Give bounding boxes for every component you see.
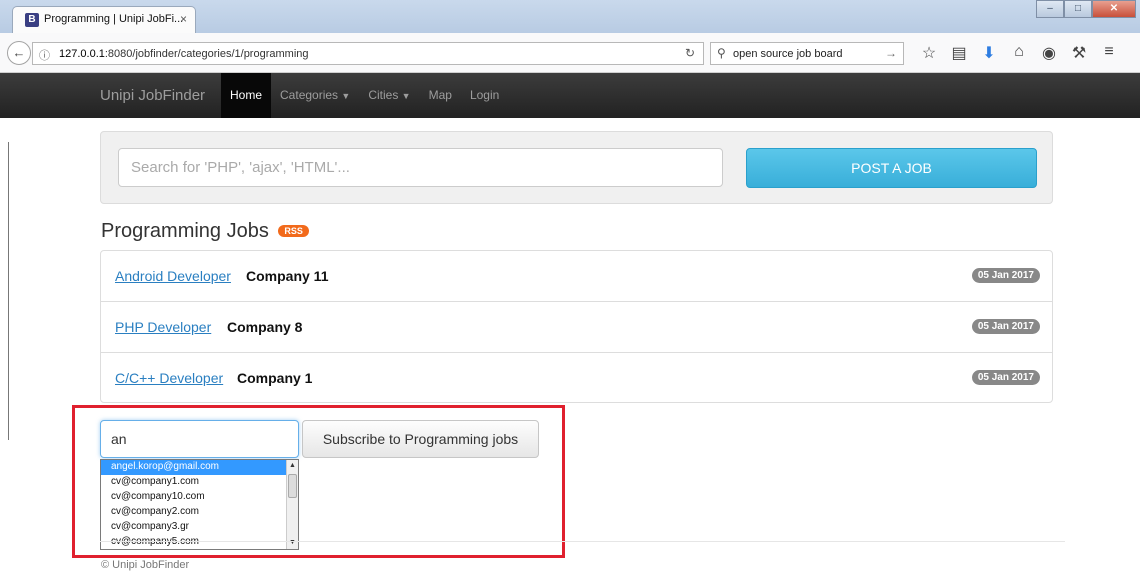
maximize-button[interactable]: □	[1064, 0, 1092, 18]
browser-search-bar[interactable]: ⚲ open source job board →	[710, 42, 904, 65]
post-job-button[interactable]: POST A JOB	[746, 148, 1037, 188]
nav-item-map[interactable]: Map	[420, 73, 461, 118]
home-icon[interactable]: ⌂	[1010, 43, 1028, 63]
job-title-link[interactable]: C/C++ Developer	[115, 370, 223, 386]
page-title: Programming Jobs RSS	[101, 220, 309, 243]
reload-icon[interactable]: ↻	[685, 46, 695, 60]
footer-divider	[100, 541, 1065, 542]
address-bar[interactable]: ⓘ 127.0.0.1:8080/jobfinder/categories/1/…	[32, 42, 704, 65]
nav-menu: Home Categories ▼ Cities ▼ Map Login	[221, 73, 508, 118]
star-icon[interactable]: ☆	[920, 43, 938, 63]
search-icon: ⚲	[717, 46, 726, 60]
browser-toolbar-icons: ☆ ▤ ⬇ ⌂ ◉ ⚒ ≡	[920, 43, 1118, 63]
nav-item-cities[interactable]: Cities ▼	[359, 73, 419, 118]
url-text: 127.0.0.1:8080/jobfinder/categories/1/pr…	[59, 48, 309, 60]
adblock-icon[interactable]: ◉	[1040, 43, 1058, 63]
close-window-button[interactable]: ✕	[1092, 0, 1136, 18]
date-badge: 05 Jan 2017	[971, 319, 1040, 334]
job-row: Android Developer Company 11 05 Jan 2017	[101, 251, 1052, 302]
forward-arrow-icon[interactable]: →	[885, 46, 897, 60]
info-icon[interactable]: ⓘ	[39, 47, 50, 63]
tab-title: Programming | Unipi JobFi...	[44, 13, 184, 25]
footer-text: © Unipi JobFinder	[101, 559, 190, 571]
company-name: Company 8	[227, 319, 303, 335]
tools-icon[interactable]: ⚒	[1070, 43, 1088, 63]
brand-link[interactable]: Unipi JobFinder	[100, 87, 205, 104]
back-arrow-icon[interactable]: ←	[7, 41, 31, 65]
rss-badge[interactable]: RSS	[278, 225, 309, 237]
nav-item-login[interactable]: Login	[461, 73, 508, 118]
browser-tab[interactable]: B Programming | Unipi JobFi... ×	[12, 6, 196, 33]
left-divider	[8, 142, 9, 440]
window-controls: – □ ✕	[1036, 0, 1136, 20]
nav-item-label: Categories	[280, 88, 339, 102]
annotation-highlight-box	[72, 405, 565, 558]
company-name: Company 1	[237, 370, 313, 386]
download-icon[interactable]: ⬇	[980, 43, 998, 63]
site-navbar: Unipi JobFinder Home Categories ▼ Cities…	[0, 73, 1140, 118]
browser-search-text: open source job board	[733, 48, 843, 60]
nav-item-categories[interactable]: Categories ▼	[271, 73, 359, 118]
menu-icon[interactable]: ≡	[1100, 43, 1118, 63]
minimize-button[interactable]: –	[1036, 0, 1064, 18]
job-title-link[interactable]: PHP Developer	[115, 319, 211, 335]
search-panel: POST A JOB	[100, 131, 1053, 204]
caret-down-icon: ▼	[341, 91, 351, 101]
tab-close-icon[interactable]: ×	[180, 12, 187, 26]
page-title-text: Programming Jobs	[101, 220, 269, 242]
job-row: C/C++ Developer Company 1 05 Jan 2017	[101, 353, 1052, 404]
bootstrap-favicon-icon: B	[25, 13, 39, 27]
nav-item-home[interactable]: Home	[221, 73, 272, 118]
job-search-input[interactable]	[118, 148, 723, 187]
date-badge: 05 Jan 2017	[971, 268, 1040, 283]
job-row: PHP Developer Company 8 05 Jan 2017	[101, 302, 1052, 353]
job-title-link[interactable]: Android Developer	[115, 268, 231, 284]
nav-item-label: Cities	[368, 88, 399, 102]
browser-toolbar: ← ⓘ 127.0.0.1:8080/jobfinder/categories/…	[0, 33, 1140, 73]
browser-titlebar: B Programming | Unipi JobFi... × – □ ✕	[0, 0, 1140, 33]
job-list: Android Developer Company 11 05 Jan 2017…	[100, 250, 1053, 403]
reading-list-icon[interactable]: ▤	[950, 43, 968, 63]
company-name: Company 11	[246, 268, 329, 284]
date-badge: 05 Jan 2017	[971, 370, 1040, 385]
caret-down-icon: ▼	[401, 91, 411, 101]
